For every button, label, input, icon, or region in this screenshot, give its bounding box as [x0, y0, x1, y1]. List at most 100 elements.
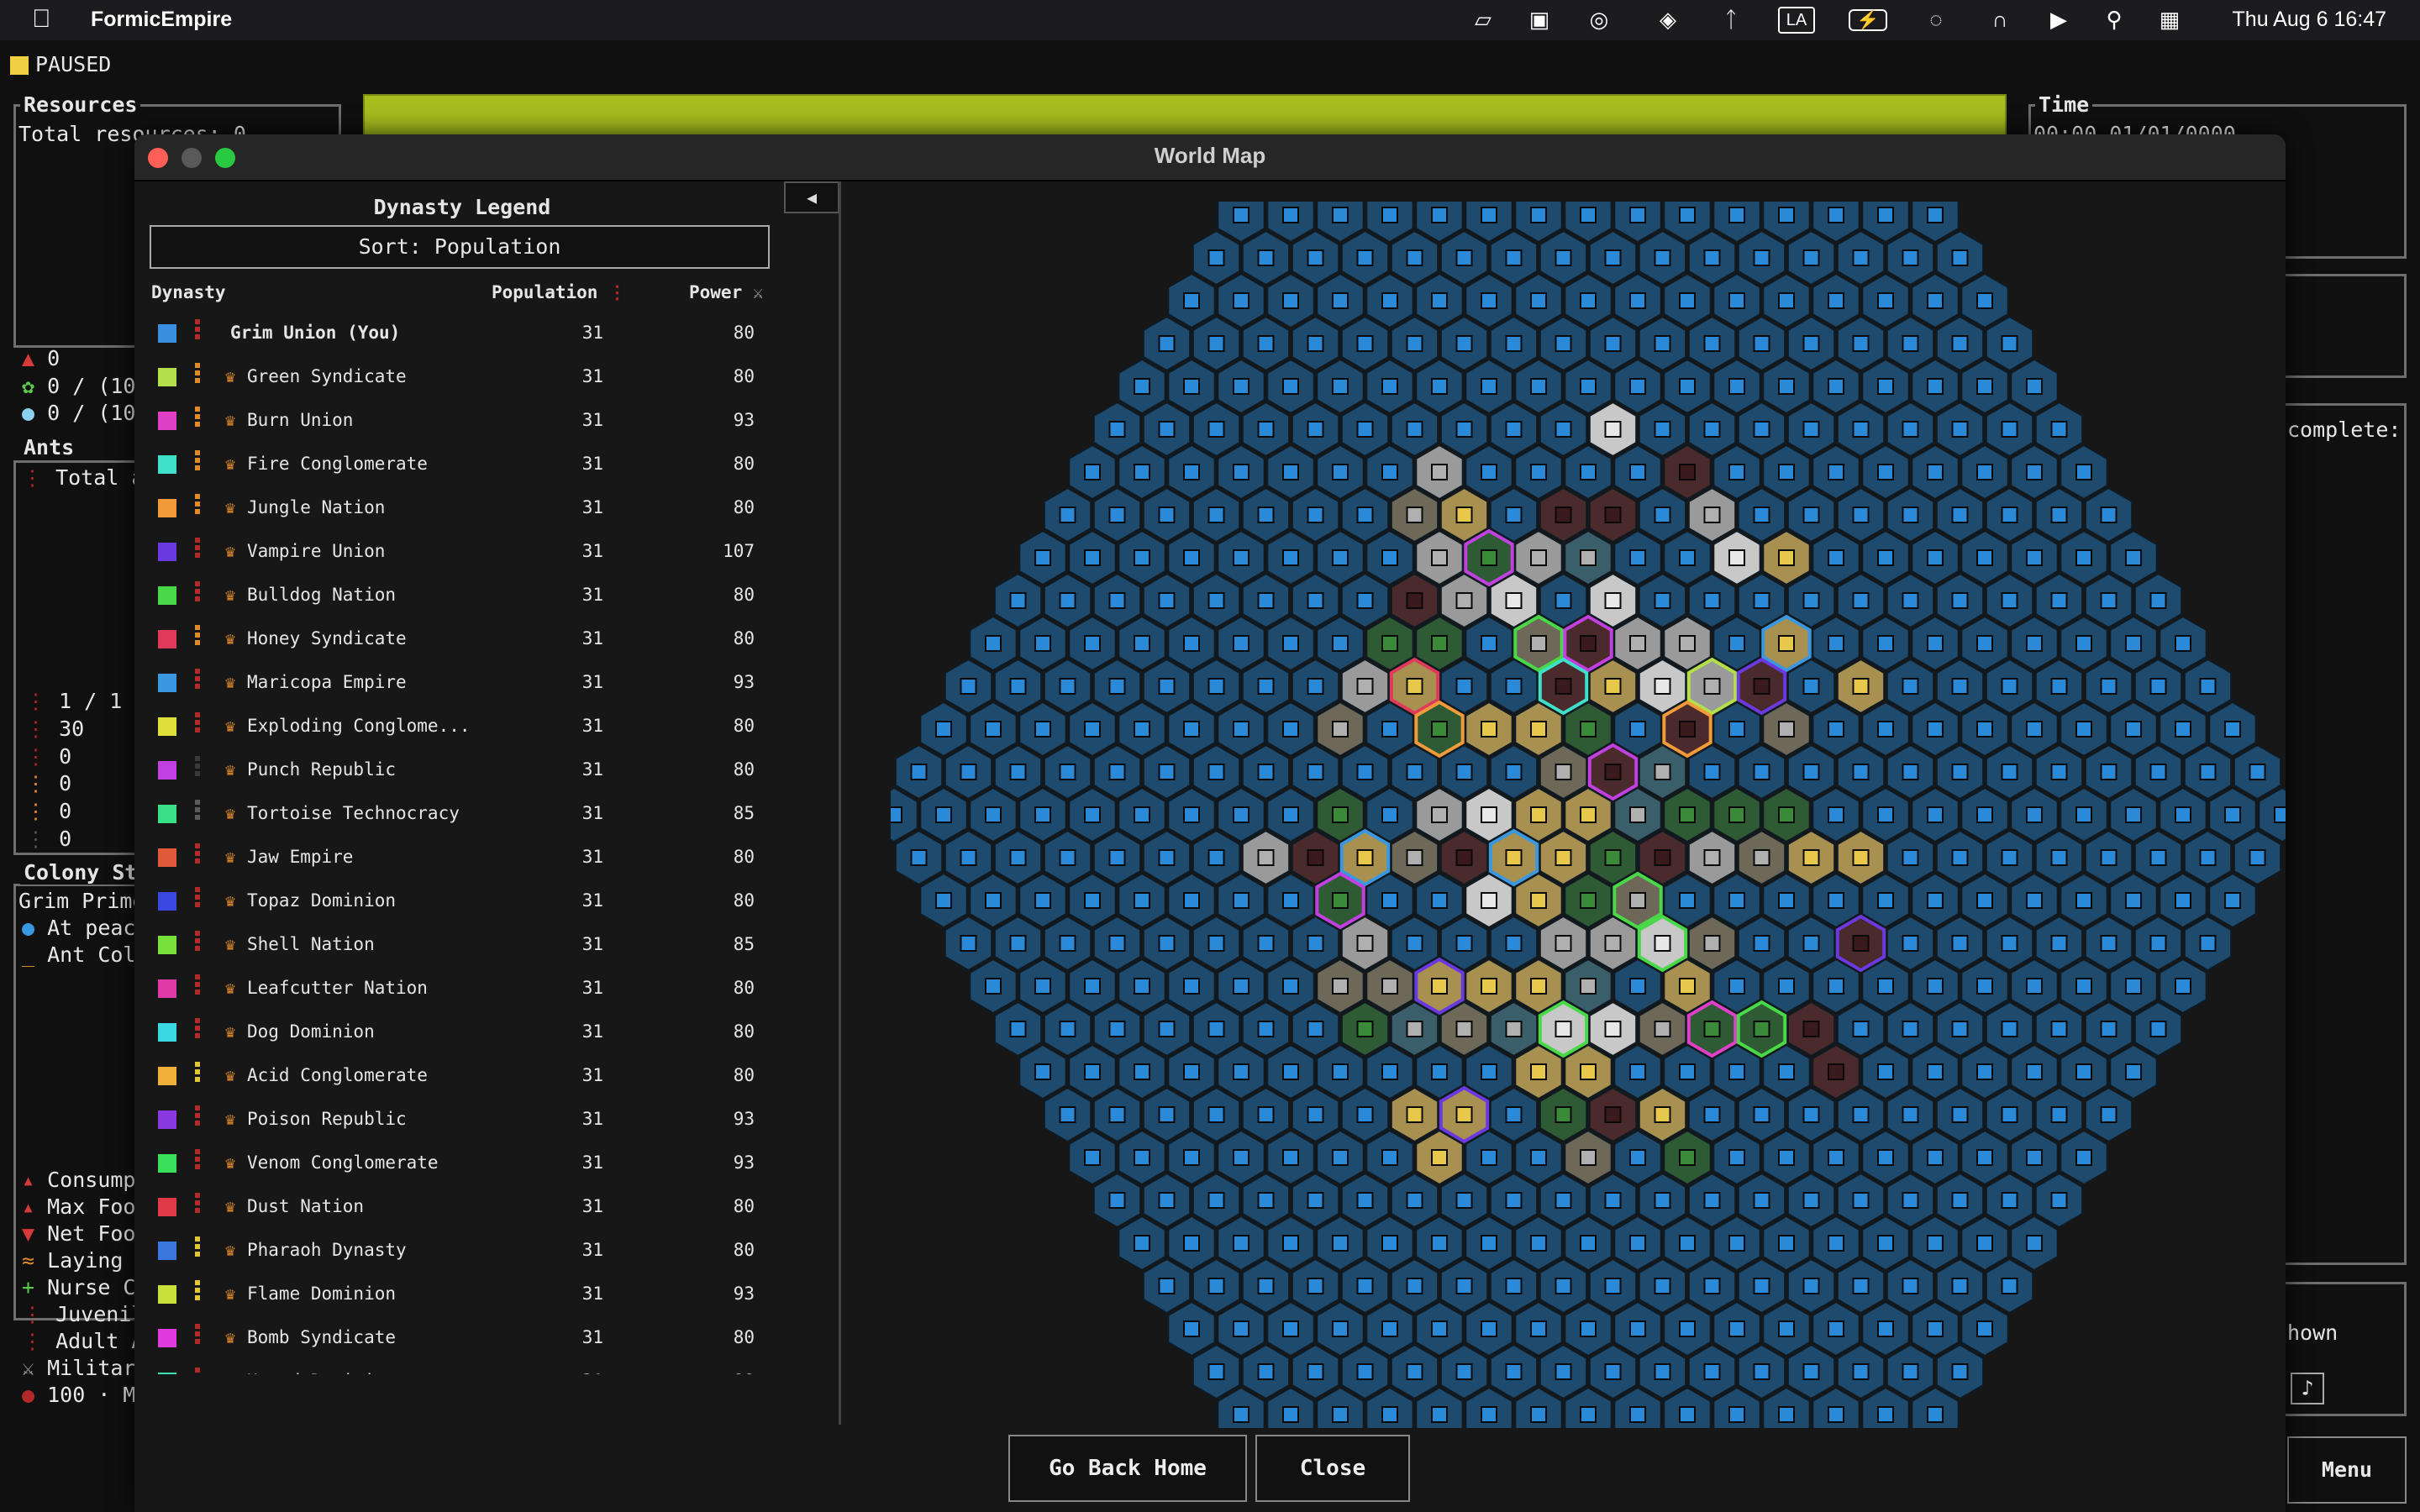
hex-tile-water[interactable] — [1638, 229, 1687, 286]
hex-tile-water[interactable] — [1142, 743, 1192, 801]
hex-tile-sand[interactable] — [1390, 1086, 1439, 1143]
hex-tile-water[interactable] — [993, 915, 1043, 972]
hex-tile-water[interactable] — [1068, 444, 1117, 501]
hex-tile-forest[interactable] — [1736, 1000, 1787, 1058]
hex-tile-water[interactable] — [1390, 1172, 1439, 1229]
hex-tile-land[interactable] — [1762, 701, 1811, 758]
hex-tile-water[interactable] — [1985, 829, 2034, 886]
hex-tile-water[interactable] — [1439, 915, 1489, 972]
hex-tile-water[interactable] — [1564, 272, 1612, 329]
hex-tile-water[interactable] — [1266, 1129, 1315, 1186]
dynasty-row[interactable]: ♛ Honey Syndicate 31 80 — [151, 618, 773, 662]
hex-tile-water[interactable] — [1712, 1043, 1761, 1100]
hex-tile-water[interactable] — [1861, 701, 1910, 758]
dynasty-row[interactable]: ♛Grim Union (You)3180 — [151, 312, 773, 356]
dynasty-row[interactable]: ♛ Acid Conglomerate 31 80 — [151, 1055, 773, 1099]
hex-tile-water[interactable] — [1489, 658, 1539, 715]
dynasty-row[interactable]: ♛ Punch Republic 31 80 — [151, 749, 773, 793]
hex-tile-sand[interactable] — [1339, 828, 1391, 887]
hex-tile-water[interactable] — [1217, 958, 1265, 1015]
hex-tile-water[interactable] — [993, 743, 1043, 801]
hex-tile-water[interactable] — [1489, 401, 1539, 458]
hex-tile-water[interactable] — [969, 872, 1018, 929]
hex-tile-water[interactable] — [2084, 829, 2133, 886]
hex-tile-snow[interactable] — [1712, 529, 1761, 586]
hex-tile-water[interactable] — [1465, 444, 1513, 501]
hex-tile-water[interactable] — [2060, 786, 2108, 843]
hex-tile-water[interactable] — [1960, 615, 2009, 672]
hex-tile-water[interactable] — [1712, 1300, 1761, 1357]
hex-tile-water[interactable] — [1886, 1257, 1935, 1315]
hex-tile-water[interactable] — [944, 829, 993, 886]
hex-tile-water[interactable] — [2060, 615, 2108, 672]
hex-tile-sand[interactable] — [1786, 829, 1836, 886]
hex-tile-water[interactable] — [1465, 1215, 1513, 1272]
hex-tile-forest[interactable] — [1762, 786, 1811, 843]
hex-tile-water[interactable] — [1812, 958, 1860, 1015]
hex-tile-water[interactable] — [1092, 486, 1142, 543]
dynasty-row[interactable]: ♛ Burn Union 31 93 — [151, 400, 773, 444]
hex-tile-water[interactable] — [1836, 743, 1886, 801]
hex-tile-water[interactable] — [2060, 958, 2108, 1015]
hex-tile-water[interactable] — [1316, 444, 1365, 501]
hex-tile-water[interactable] — [1911, 1300, 1960, 1357]
hex-tile-water[interactable] — [1564, 358, 1612, 415]
hex-tile-dirt[interactable] — [1638, 829, 1687, 886]
hex-tile-water[interactable] — [1564, 444, 1612, 501]
hex-tile-water[interactable] — [1861, 272, 1910, 329]
hex-tile-water[interactable] — [1663, 872, 1712, 929]
hex-tile-water[interactable] — [1638, 315, 1687, 372]
hex-tile-water[interactable] — [1762, 958, 1811, 1015]
hex-tile-sand[interactable] — [1514, 701, 1563, 758]
hex-tile-sand[interactable] — [1465, 701, 1513, 758]
hex-tile-water[interactable] — [1935, 1172, 1985, 1229]
hex-tile-water[interactable] — [1118, 958, 1166, 1015]
menu-button[interactable]: Menu — [2287, 1436, 2407, 1504]
hex-tile-water[interactable] — [1291, 315, 1340, 372]
hex-tile-water[interactable] — [1217, 615, 1265, 672]
hex-tile-water[interactable] — [1365, 1043, 1414, 1100]
hex-tile-water[interactable] — [2084, 486, 2133, 543]
hex-tile-sand[interactable] — [1564, 786, 1612, 843]
hex-tile-water[interactable] — [1142, 572, 1192, 629]
hex-tile-snow[interactable] — [1538, 1000, 1589, 1058]
hex-tile-sand[interactable] — [1514, 786, 1563, 843]
hex-tile-water[interactable] — [1415, 272, 1464, 329]
hex-tile-water[interactable] — [1836, 1086, 1886, 1143]
hex-tile-water[interactable] — [1737, 401, 1786, 458]
hex-tile-water[interactable] — [1886, 401, 1935, 458]
hex-tile-dirt[interactable] — [1786, 1000, 1836, 1058]
hex-tile-sand[interactable] — [1488, 828, 1539, 887]
hex-tile-water[interactable] — [2233, 829, 2282, 886]
hex-tile-water[interactable] — [1142, 829, 1192, 886]
hex-tile-rock[interactable] — [1613, 615, 1662, 672]
hex-tile-water[interactable] — [1266, 529, 1315, 586]
hex-tile-rock[interactable] — [1439, 572, 1489, 629]
hex-tile-water[interactable] — [1687, 315, 1737, 372]
hex-tile-water[interactable] — [1861, 872, 1910, 929]
hex-tile-rock[interactable] — [1415, 529, 1464, 586]
hex-tile-water[interactable] — [2034, 486, 2084, 543]
hex-tile-water[interactable] — [1241, 572, 1291, 629]
hex-tile-snow[interactable] — [1588, 1000, 1638, 1058]
hex-tile-sand[interactable] — [1439, 486, 1489, 543]
hex-tile-water[interactable] — [1142, 915, 1192, 972]
hex-tile-forest[interactable] — [1316, 786, 1365, 843]
hex-tile-dirt[interactable] — [1812, 1043, 1860, 1100]
hex-tile-water[interactable] — [1985, 915, 2034, 972]
hex-tile-forest[interactable] — [1712, 786, 1761, 843]
hex-tile-water[interactable] — [1663, 529, 1712, 586]
hex-tile-water[interactable] — [1489, 1343, 1539, 1400]
hex-tile-water[interactable] — [1762, 872, 1811, 929]
hex-tile-water[interactable] — [1737, 1172, 1786, 1229]
hex-tile-water[interactable] — [1118, 1215, 1166, 1272]
hex-tile-water[interactable] — [2060, 1129, 2108, 1186]
hex-tile-water[interactable] — [919, 872, 968, 929]
hex-tile-water[interactable] — [1465, 1043, 1513, 1100]
hex-tile-water[interactable] — [1762, 1215, 1811, 1272]
col-dynasty[interactable]: Dynasty — [151, 282, 226, 302]
hex-tile-water[interactable] — [1266, 958, 1315, 1015]
hex-tile-water[interactable] — [2109, 701, 2158, 758]
hex-tile-water[interactable] — [2183, 915, 2233, 972]
dynasty-row[interactable]: ♛ Jaw Empire 31 80 — [151, 837, 773, 880]
